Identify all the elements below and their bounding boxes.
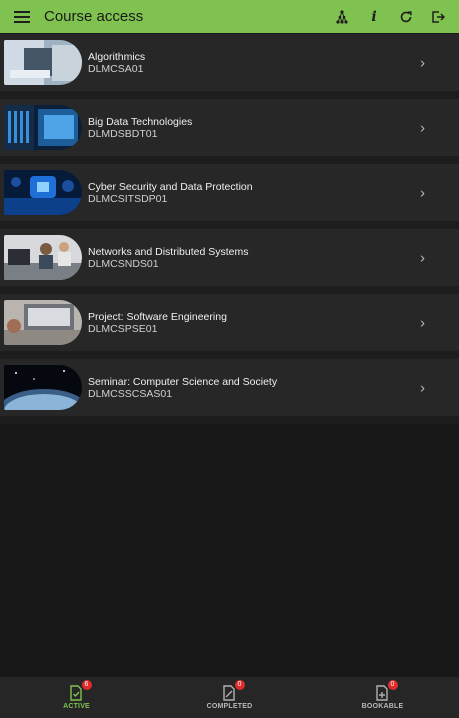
course-thumbnail (4, 170, 82, 215)
course-code: DLMCSNDS01 (88, 257, 159, 270)
chevron-right-icon: › (420, 119, 425, 136)
course-code: DLMDSBDT01 (88, 127, 158, 140)
course-title: Networks and Distributed Systems (88, 245, 249, 258)
course-title: Project: Software Engineering (88, 310, 227, 323)
menu-icon[interactable] (14, 8, 30, 26)
course-thumbnail (4, 40, 82, 85)
course-code: DLMCSSCSAS01 (88, 387, 173, 400)
course-item[interactable]: Algorithmics DLMCSA01 › (0, 34, 459, 99)
course-item[interactable]: Big Data Technologies DLMDSBDT01 › (0, 99, 459, 164)
course-title: Big Data Technologies (88, 115, 193, 128)
network-icon[interactable] (334, 9, 350, 25)
refresh-icon[interactable] (398, 9, 414, 25)
chevron-right-icon: › (420, 249, 425, 266)
tab-label: COMPLETED (206, 703, 253, 710)
course-code: DLMCSPSE01 (88, 322, 158, 335)
document-add-icon (375, 685, 389, 704)
toolbar-actions: i (334, 9, 446, 25)
chevron-right-icon: › (420, 314, 425, 331)
document-done-icon (222, 685, 236, 704)
chevron-right-icon: › (420, 54, 425, 71)
app-bar: Course access i (0, 0, 459, 33)
tab-active[interactable]: 6 ACTIVE (0, 680, 153, 710)
course-list: Algorithmics DLMCSA01 › Big Data Technol… (0, 34, 459, 424)
info-icon[interactable]: i (366, 9, 382, 25)
chevron-right-icon: › (420, 184, 425, 201)
chevron-right-icon: › (420, 379, 425, 396)
tab-label: ACTIVE (63, 703, 90, 710)
course-title: Algorithmics (88, 50, 146, 63)
bottom-navigation: 6 ACTIVE 0 COMPLETED 0 BOOKABLE (0, 677, 459, 718)
course-code: DLMCSITSDP01 (88, 192, 168, 205)
course-thumbnail (4, 365, 82, 410)
course-item[interactable]: Cyber Security and Data Protection DLMCS… (0, 164, 459, 229)
course-thumbnail (4, 235, 82, 280)
page-title: Course access (44, 8, 144, 25)
course-item[interactable]: Networks and Distributed Systems DLMCSND… (0, 229, 459, 294)
course-title: Seminar: Computer Science and Society (88, 375, 278, 388)
tab-badge: 0 (387, 680, 398, 690)
course-thumbnail (4, 300, 82, 345)
course-item[interactable]: Seminar: Computer Science and Society DL… (0, 359, 459, 424)
tab-bookable[interactable]: 0 BOOKABLE (306, 680, 459, 710)
course-code: DLMCSA01 (88, 62, 144, 75)
logout-icon[interactable] (430, 9, 446, 25)
course-item[interactable]: Project: Software Engineering DLMCSPSE01… (0, 294, 459, 359)
tab-badge: 6 (81, 680, 92, 690)
tab-completed[interactable]: 0 COMPLETED (153, 680, 306, 710)
tab-label: BOOKABLE (361, 703, 404, 710)
tab-badge: 0 (234, 680, 245, 690)
course-title: Cyber Security and Data Protection (88, 180, 253, 193)
course-thumbnail (4, 105, 82, 150)
document-check-icon (69, 685, 83, 704)
